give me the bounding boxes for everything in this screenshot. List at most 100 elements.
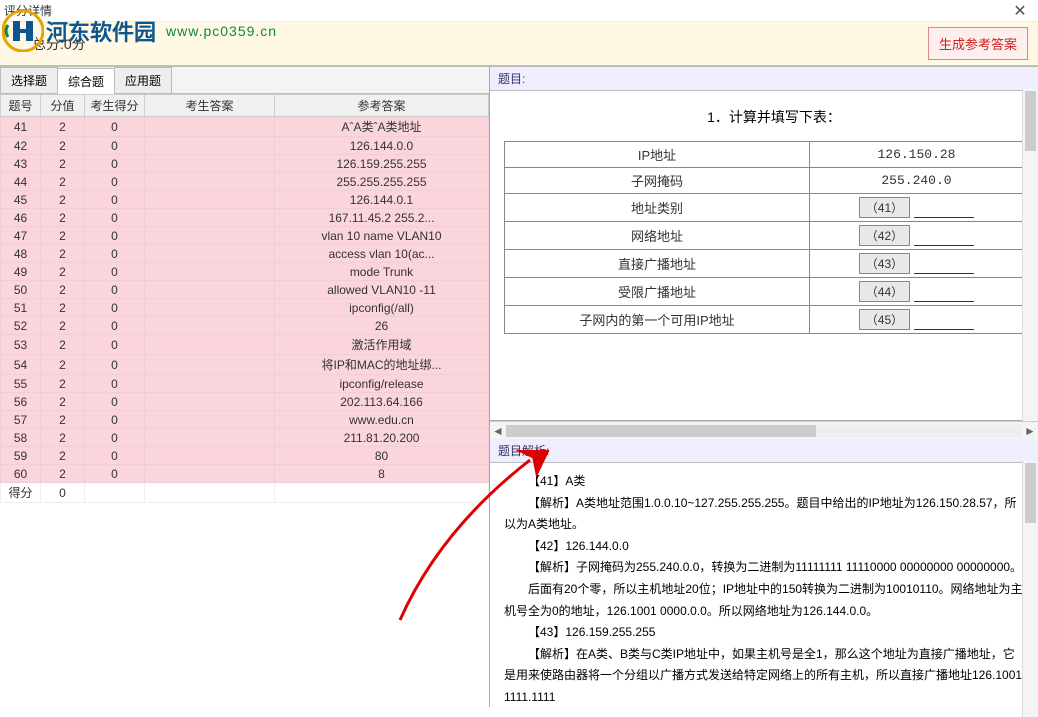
q-value: （41） bbox=[809, 194, 1023, 222]
cell-ans bbox=[145, 137, 275, 155]
table-row[interactable]: 5520ipconfig/release bbox=[1, 375, 489, 393]
cell-score: 0 bbox=[85, 375, 145, 393]
horizontal-scrollbar[interactable]: ◄ ► bbox=[490, 421, 1038, 439]
cell-ref: 202.113.64.166 bbox=[275, 393, 489, 411]
cell-ans bbox=[145, 281, 275, 299]
cell-val: 2 bbox=[41, 335, 85, 355]
table-row[interactable]: 4120AˆA类ˆA类地址 bbox=[1, 117, 489, 137]
cell-ans bbox=[145, 117, 275, 137]
cell-score: 0 bbox=[85, 191, 145, 209]
table-row[interactable]: 5620202.113.64.166 bbox=[1, 393, 489, 411]
cell-score: 0 bbox=[85, 245, 145, 263]
cell-num: 56 bbox=[1, 393, 41, 411]
table-row[interactable]: 4720vlan 10 name VLAN10 bbox=[1, 227, 489, 245]
tab-bar: 选择题综合题应用题 bbox=[0, 67, 489, 94]
scroll-track[interactable] bbox=[506, 425, 1022, 437]
cell-score: 0 bbox=[85, 335, 145, 355]
cell-num: 54 bbox=[1, 355, 41, 375]
scroll-thumb[interactable] bbox=[506, 425, 816, 437]
table-row[interactable]: 4920mode Trunk bbox=[1, 263, 489, 281]
cell-ref: 80 bbox=[275, 447, 489, 465]
cell-num: 50 bbox=[1, 281, 41, 299]
vertical-scrollbar[interactable] bbox=[1022, 89, 1038, 421]
q-value: （45） bbox=[809, 306, 1023, 334]
blank-line bbox=[914, 204, 974, 218]
cell-num: 55 bbox=[1, 375, 41, 393]
table-row[interactable]: 4520126.144.0.1 bbox=[1, 191, 489, 209]
table-row[interactable]: 5020allowed VLAN10 -11 bbox=[1, 281, 489, 299]
top-toolbar: 总分:0分 生成参考答案 bbox=[0, 22, 1038, 66]
blank-tag: （44） bbox=[859, 281, 910, 302]
cell-ref: mode Trunk bbox=[275, 263, 489, 281]
table-row[interactable]: 4320126.159.255.255 bbox=[1, 155, 489, 173]
cell-val: 2 bbox=[41, 355, 85, 375]
tab-1[interactable]: 综合题 bbox=[57, 68, 115, 94]
cell-val: 2 bbox=[41, 117, 85, 137]
generate-answer-button[interactable]: 生成参考答案 bbox=[928, 27, 1028, 60]
cell-ref: 激活作用域 bbox=[275, 335, 489, 355]
cell-ref: ipconfig(/all) bbox=[275, 299, 489, 317]
cell-ans bbox=[145, 209, 275, 227]
question-row: 直接广播地址（43） bbox=[505, 250, 1024, 278]
cell-ans bbox=[145, 245, 275, 263]
q-label: 子网掩码 bbox=[505, 168, 810, 194]
cell-num: 59 bbox=[1, 447, 41, 465]
left-panel: 选择题综合题应用题 题号分值考生得分考生答案参考答案4120AˆA类ˆA类地址4… bbox=[0, 67, 490, 707]
cell-val: 2 bbox=[41, 393, 85, 411]
cell-val: 2 bbox=[41, 281, 85, 299]
table-row[interactable]: 5420将IP和MAC的地址绑... bbox=[1, 355, 489, 375]
cell-val: 2 bbox=[41, 299, 85, 317]
tab-2[interactable]: 应用题 bbox=[114, 67, 172, 93]
total-score: 总分:0分 bbox=[10, 34, 928, 54]
cell-num: 48 bbox=[1, 245, 41, 263]
question-header: 题目: bbox=[490, 67, 1038, 91]
question-body: 1．计算并填写下表： IP地址126.150.28子网掩码255.240.0地址… bbox=[490, 91, 1038, 421]
table-row[interactable]: 4420255.255.255.255 bbox=[1, 173, 489, 191]
grid-header: 题号 bbox=[1, 95, 41, 117]
cell-val: 2 bbox=[41, 429, 85, 447]
table-row[interactable]: 60208 bbox=[1, 465, 489, 483]
table-row[interactable]: 4220126.144.0.0 bbox=[1, 137, 489, 155]
cell-val: 2 bbox=[41, 155, 85, 173]
cell-num: 49 bbox=[1, 263, 41, 281]
table-row[interactable]: 5820211.81.20.200 bbox=[1, 429, 489, 447]
cell-ref: 126.144.0.1 bbox=[275, 191, 489, 209]
window-title: 评分详情 bbox=[4, 2, 1006, 19]
analysis-line: 【42】126.144.0.0 bbox=[504, 536, 1024, 558]
cell-score: 0 bbox=[85, 429, 145, 447]
cell-score: 0 bbox=[85, 281, 145, 299]
table-row[interactable]: 4620167.11.45.2 255.2... bbox=[1, 209, 489, 227]
table-row[interactable]: 5320激活作用域 bbox=[1, 335, 489, 355]
blank-line bbox=[914, 288, 974, 302]
cell-num: 47 bbox=[1, 227, 41, 245]
scroll-thumb[interactable] bbox=[1025, 463, 1036, 523]
cell-score: 0 bbox=[85, 411, 145, 429]
table-row[interactable]: 4820access vlan 10(ac... bbox=[1, 245, 489, 263]
vertical-scrollbar[interactable] bbox=[1022, 461, 1038, 717]
close-icon[interactable]: ✕ bbox=[1006, 1, 1034, 21]
cell-score: 0 bbox=[85, 447, 145, 465]
cell-val: 2 bbox=[41, 263, 85, 281]
cell-num: 43 bbox=[1, 155, 41, 173]
scroll-left-icon[interactable]: ◄ bbox=[490, 424, 506, 438]
analysis-header: 题目解析: bbox=[490, 439, 1038, 463]
table-row[interactable]: 5120ipconfig(/all) bbox=[1, 299, 489, 317]
cell-val: 2 bbox=[41, 465, 85, 483]
cell-score: 0 bbox=[85, 209, 145, 227]
cell-num: 44 bbox=[1, 173, 41, 191]
tab-0[interactable]: 选择题 bbox=[0, 67, 58, 93]
cell-val: 2 bbox=[41, 317, 85, 335]
score-grid: 题号分值考生得分考生答案参考答案4120AˆA类ˆA类地址4220126.144… bbox=[0, 94, 489, 707]
cell-ans bbox=[145, 411, 275, 429]
table-row[interactable]: 5720www.edu.cn bbox=[1, 411, 489, 429]
cell-num: 60 bbox=[1, 465, 41, 483]
q-value: 255.240.0 bbox=[809, 168, 1023, 194]
cell-ans bbox=[145, 375, 275, 393]
scroll-right-icon[interactable]: ► bbox=[1022, 424, 1038, 438]
question-row: 子网掩码255.240.0 bbox=[505, 168, 1024, 194]
scroll-thumb[interactable] bbox=[1025, 91, 1036, 151]
cell-ref: 126.144.0.0 bbox=[275, 137, 489, 155]
table-row[interactable]: 592080 bbox=[1, 447, 489, 465]
cell-score: 0 bbox=[85, 227, 145, 245]
table-row[interactable]: 522026 bbox=[1, 317, 489, 335]
